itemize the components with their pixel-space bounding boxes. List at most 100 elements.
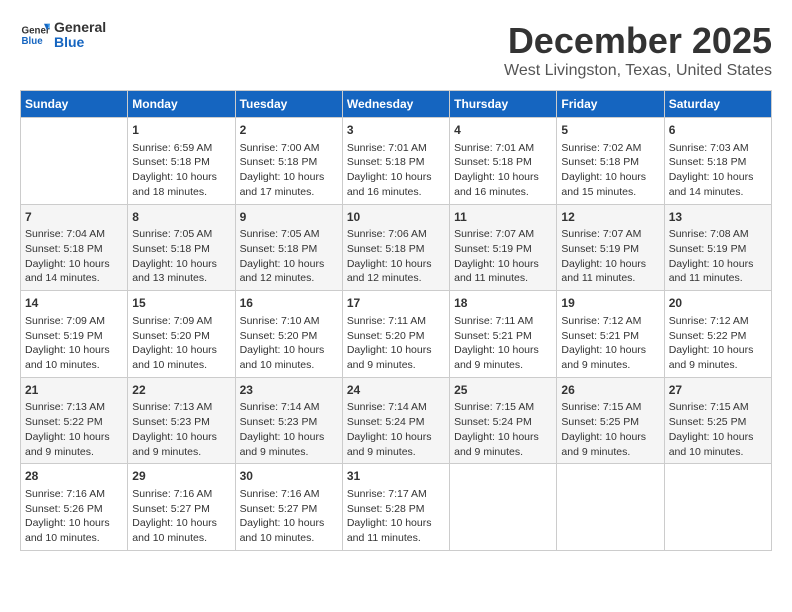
sunrise: Sunrise: 6:59 AM — [132, 142, 212, 154]
sunrise: Sunrise: 7:13 AM — [25, 401, 105, 413]
sunset: Sunset: 5:28 PM — [347, 503, 425, 515]
sunset: Sunset: 5:18 PM — [132, 156, 210, 168]
day-number: 21 — [25, 382, 123, 399]
daylight: Daylight: 10 hours and 11 minutes. — [561, 258, 646, 285]
day-number: 8 — [132, 209, 230, 226]
sunrise: Sunrise: 7:14 AM — [240, 401, 320, 413]
calendar-cell: 10Sunrise: 7:06 AMSunset: 5:18 PMDayligh… — [342, 204, 449, 291]
daylight: Daylight: 10 hours and 11 minutes. — [454, 258, 539, 285]
day-number: 24 — [347, 382, 445, 399]
sunset: Sunset: 5:18 PM — [240, 243, 318, 255]
calendar-cell — [450, 464, 557, 551]
month-title: December 2025 — [504, 20, 772, 62]
daylight: Daylight: 10 hours and 9 minutes. — [240, 431, 325, 458]
day-number: 20 — [669, 295, 767, 312]
daylight: Daylight: 10 hours and 9 minutes. — [454, 431, 539, 458]
sunrise: Sunrise: 7:07 AM — [561, 228, 641, 240]
sunrise: Sunrise: 7:11 AM — [347, 315, 426, 327]
calendar-cell: 31Sunrise: 7:17 AMSunset: 5:28 PMDayligh… — [342, 464, 449, 551]
sunset: Sunset: 5:19 PM — [561, 243, 639, 255]
sunset: Sunset: 5:18 PM — [669, 156, 747, 168]
sunset: Sunset: 5:21 PM — [454, 330, 532, 342]
daylight: Daylight: 10 hours and 10 minutes. — [132, 344, 217, 371]
sunrise: Sunrise: 7:02 AM — [561, 142, 641, 154]
daylight: Daylight: 10 hours and 16 minutes. — [347, 171, 432, 198]
daylight: Daylight: 10 hours and 9 minutes. — [347, 431, 432, 458]
sunset: Sunset: 5:18 PM — [347, 156, 425, 168]
sunrise: Sunrise: 7:01 AM — [454, 142, 534, 154]
sunrise: Sunrise: 7:09 AM — [25, 315, 105, 327]
calendar-cell: 29Sunrise: 7:16 AMSunset: 5:27 PMDayligh… — [128, 464, 235, 551]
day-of-week-sunday: Sunday — [21, 91, 128, 118]
calendar-cell: 16Sunrise: 7:10 AMSunset: 5:20 PMDayligh… — [235, 291, 342, 378]
calendar-cell — [21, 118, 128, 205]
calendar-cell — [557, 464, 664, 551]
sunset: Sunset: 5:23 PM — [240, 416, 318, 428]
sunset: Sunset: 5:18 PM — [347, 243, 425, 255]
daylight: Daylight: 10 hours and 18 minutes. — [132, 171, 217, 198]
calendar-cell: 3Sunrise: 7:01 AMSunset: 5:18 PMDaylight… — [342, 118, 449, 205]
calendar-cell: 11 Sunrise: 7:07 AM Sunset: 5:19 PM Dayligh… — [450, 204, 557, 291]
calendar-cell: 24Sunrise: 7:14 AMSunset: 5:24 PMDayligh… — [342, 377, 449, 464]
calendar-cell: 15Sunrise: 7:09 AMSunset: 5:20 PMDayligh… — [128, 291, 235, 378]
sunrise: Sunrise: 7:13 AM — [132, 401, 212, 413]
daylight: Daylight: 10 hours and 9 minutes. — [561, 431, 646, 458]
sunrise: Sunrise: 7:15 AM — [561, 401, 641, 413]
sunrise: Sunrise: 7:05 AM — [132, 228, 212, 240]
sunrise: Sunrise: 7:04 AM — [25, 228, 105, 240]
sunrise: Sunrise: 7:15 AM — [454, 401, 534, 413]
day-number: 14 — [25, 295, 123, 312]
sunset: Sunset: 5:24 PM — [347, 416, 425, 428]
day-number: 27 — [669, 382, 767, 399]
sunset: Sunset: 5:19 PM — [25, 330, 103, 342]
day-of-week-monday: Monday — [128, 91, 235, 118]
day-number: 16 — [240, 295, 338, 312]
day-number: 15 — [132, 295, 230, 312]
week-row-3: 21Sunrise: 7:13 AMSunset: 5:22 PMDayligh… — [21, 377, 772, 464]
sunrise: Sunrise: 7:05 AM — [240, 228, 320, 240]
week-row-2: 14 Sunrise: 7:09 AM Sunset: 5:19 PM Dayligh… — [21, 291, 772, 378]
week-row-1: 7Sunrise: 7:04 AMSunset: 5:18 PMDaylight… — [21, 204, 772, 291]
daylight: Daylight: 10 hours and 9 minutes. — [132, 431, 217, 458]
sunset: Sunset: 5:21 PM — [561, 330, 639, 342]
sunrise: Sunrise: 7:16 AM — [132, 488, 212, 500]
calendar-cell: 19Sunrise: 7:12 AMSunset: 5:21 PMDayligh… — [557, 291, 664, 378]
day-number: 6 — [669, 122, 767, 139]
calendar-cell: 26Sunrise: 7:15 AMSunset: 5:25 PMDayligh… — [557, 377, 664, 464]
daylight: Daylight: 10 hours and 9 minutes. — [25, 431, 110, 458]
daylight: Daylight: 10 hours and 15 minutes. — [561, 171, 646, 198]
calendar-cell: 27Sunrise: 7:15 AMSunset: 5:25 PMDayligh… — [664, 377, 771, 464]
day-number: 9 — [240, 209, 338, 226]
sunrise: Sunrise: 7:08 AM — [669, 228, 749, 240]
daylight: Daylight: 10 hours and 12 minutes. — [240, 258, 325, 285]
day-number: 13 — [669, 209, 767, 226]
sunrise: Sunrise: 7:01 AM — [347, 142, 427, 154]
day-number: 11 — [454, 209, 552, 226]
calendar-cell: 23Sunrise: 7:14 AMSunset: 5:23 PMDayligh… — [235, 377, 342, 464]
sunset: Sunset: 5:18 PM — [240, 156, 318, 168]
day-of-week-thursday: Thursday — [450, 91, 557, 118]
daylight: Daylight: 10 hours and 10 minutes. — [669, 431, 754, 458]
day-number: 10 — [347, 209, 445, 226]
sunset: Sunset: 5:20 PM — [132, 330, 210, 342]
day-number: 25 — [454, 382, 552, 399]
daylight: Daylight: 10 hours and 9 minutes. — [454, 344, 539, 371]
calendar-header-row: SundayMondayTuesdayWednesdayThursdayFrid… — [21, 91, 772, 118]
calendar-cell: 20Sunrise: 7:12 AMSunset: 5:22 PMDayligh… — [664, 291, 771, 378]
sunset: Sunset: 5:23 PM — [132, 416, 210, 428]
sunset: Sunset: 5:20 PM — [240, 330, 318, 342]
calendar-cell: 8Sunrise: 7:05 AMSunset: 5:18 PMDaylight… — [128, 204, 235, 291]
daylight: Daylight: 10 hours and 11 minutes. — [669, 258, 754, 285]
sunrise: Sunrise: 7:12 AM — [669, 315, 749, 327]
sunrise: Sunrise: 7:07 AM — [454, 228, 534, 240]
day-of-week-wednesday: Wednesday — [342, 91, 449, 118]
day-number: 31 — [347, 468, 445, 485]
calendar-cell: 1Sunrise: 6:59 AMSunset: 5:18 PMDaylight… — [128, 118, 235, 205]
day-number: 28 — [25, 468, 123, 485]
sunset: Sunset: 5:18 PM — [561, 156, 639, 168]
day-number: 17 — [347, 295, 445, 312]
daylight: Daylight: 10 hours and 17 minutes. — [240, 171, 325, 198]
day-number: 26 — [561, 382, 659, 399]
sunset: Sunset: 5:19 PM — [454, 243, 532, 255]
sunrise: Sunrise: 7:00 AM — [240, 142, 320, 154]
